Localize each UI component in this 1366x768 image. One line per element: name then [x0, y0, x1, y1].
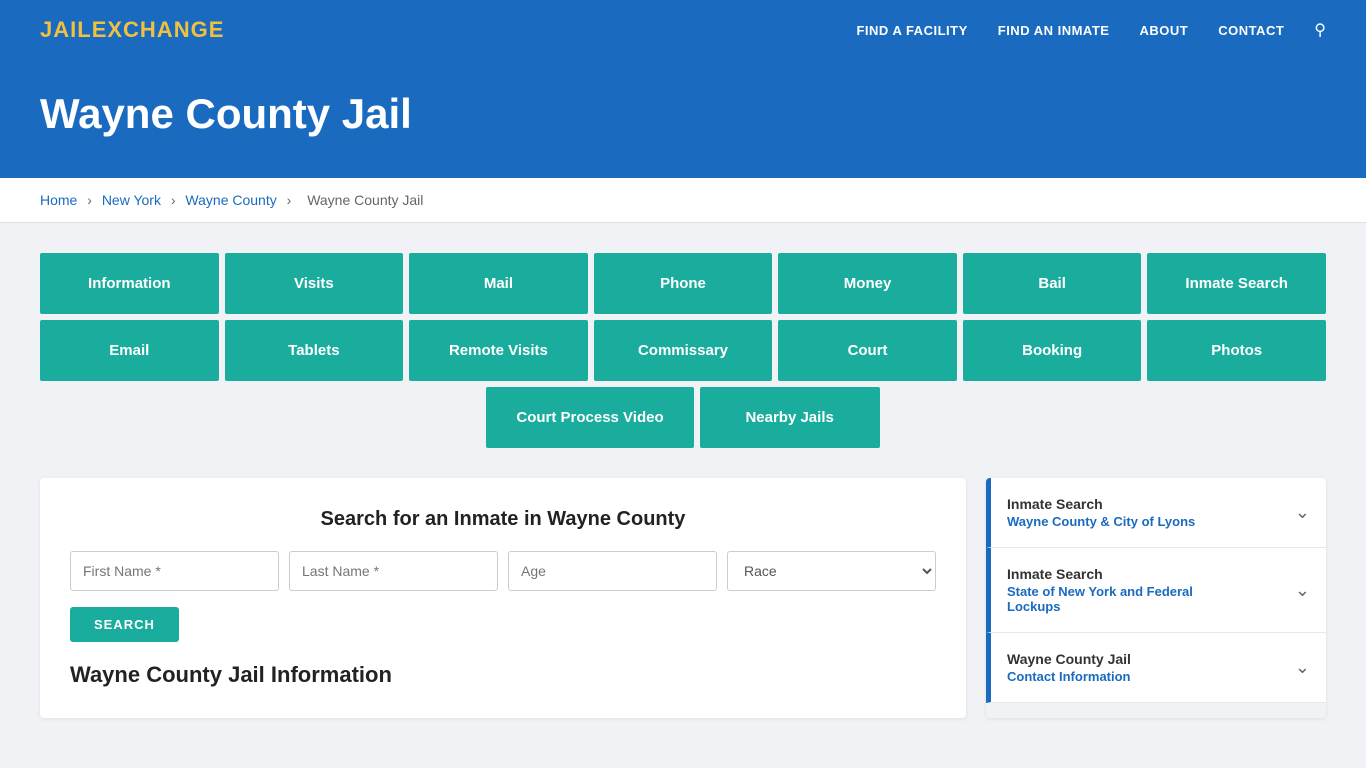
- right-item-label-2: Inmate Search: [1007, 566, 1193, 582]
- btn-information[interactable]: Information: [40, 253, 219, 314]
- btn-visits[interactable]: Visits: [225, 253, 404, 314]
- btn-court[interactable]: Court: [778, 320, 957, 381]
- button-grid-row1: Information Visits Mail Phone Money Bail…: [40, 253, 1326, 314]
- right-item-sub-2a: State of New York and Federal: [1007, 584, 1193, 599]
- search-icon[interactable]: ⚲: [1314, 20, 1326, 40]
- search-button[interactable]: SEARCH: [70, 607, 179, 642]
- btn-mail[interactable]: Mail: [409, 253, 588, 314]
- right-item-sub-1: Wayne County & City of Lyons: [1007, 514, 1195, 529]
- btn-money[interactable]: Money: [778, 253, 957, 314]
- chevron-down-icon-3: ⌄: [1295, 657, 1310, 678]
- right-item-sub-2b: Lockups: [1007, 599, 1193, 614]
- btn-nearby-jails[interactable]: Nearby Jails: [700, 387, 880, 448]
- search-title: Search for an Inmate in Wayne County: [70, 508, 936, 531]
- breadcrumb-sep2: ›: [171, 192, 176, 208]
- section-title: Wayne County Jail Information: [70, 662, 936, 688]
- right-item-contact-info[interactable]: Wayne County Jail Contact Information ⌄: [986, 633, 1326, 703]
- logo-highlight: EXCHANGE: [92, 17, 225, 42]
- nav-links: FIND A FACILITY FIND AN INMATE ABOUT CON…: [856, 20, 1326, 40]
- right-item-inmate-search-wayne[interactable]: Inmate Search Wayne County & City of Lyo…: [986, 478, 1326, 548]
- logo[interactable]: JAILEXCHANGE: [40, 17, 224, 43]
- main-wrapper: Information Visits Mail Phone Money Bail…: [0, 223, 1366, 748]
- page-title: Wayne County Jail: [40, 90, 1326, 138]
- btn-bail[interactable]: Bail: [963, 253, 1142, 314]
- race-select[interactable]: Race White Black Hispanic Asian Other: [727, 551, 936, 591]
- breadcrumb-sep3: ›: [287, 192, 292, 208]
- right-panel: Inmate Search Wayne County & City of Lyo…: [986, 478, 1326, 718]
- btn-photos[interactable]: Photos: [1147, 320, 1326, 381]
- button-grid-row2: Email Tablets Remote Visits Commissary C…: [40, 320, 1326, 381]
- breadcrumb-wayne-county[interactable]: Wayne County: [185, 192, 276, 208]
- breadcrumb-new-york[interactable]: New York: [102, 192, 161, 208]
- navbar: JAILEXCHANGE FIND A FACILITY FIND AN INM…: [0, 0, 1366, 60]
- breadcrumb-current: Wayne County Jail: [307, 192, 423, 208]
- hero-section: Wayne County Jail: [0, 60, 1366, 178]
- btn-commissary[interactable]: Commissary: [594, 320, 773, 381]
- right-item-inmate-search-ny[interactable]: Inmate Search State of New York and Fede…: [986, 548, 1326, 633]
- first-name-input[interactable]: [70, 551, 279, 591]
- btn-email[interactable]: Email: [40, 320, 219, 381]
- right-item-label-1: Inmate Search: [1007, 496, 1195, 512]
- breadcrumb: Home › New York › Wayne County › Wayne C…: [0, 178, 1366, 223]
- button-grid-row3: Court Process Video Nearby Jails: [40, 387, 1326, 448]
- btn-phone[interactable]: Phone: [594, 253, 773, 314]
- btn-court-process-video[interactable]: Court Process Video: [486, 387, 693, 448]
- chevron-down-icon-2: ⌄: [1295, 580, 1310, 601]
- nav-find-inmate[interactable]: FIND AN INMATE: [998, 23, 1110, 38]
- right-item-sub-3: Contact Information: [1007, 669, 1131, 684]
- btn-booking[interactable]: Booking: [963, 320, 1142, 381]
- breadcrumb-sep1: ›: [87, 192, 92, 208]
- nav-contact[interactable]: CONTACT: [1218, 23, 1284, 38]
- search-form: Race White Black Hispanic Asian Other: [70, 551, 936, 591]
- nav-find-facility[interactable]: FIND A FACILITY: [856, 23, 967, 38]
- left-panel: Search for an Inmate in Wayne County Rac…: [40, 478, 966, 718]
- right-item-label-3: Wayne County Jail: [1007, 651, 1131, 667]
- nav-about[interactable]: ABOUT: [1139, 23, 1188, 38]
- btn-tablets[interactable]: Tablets: [225, 320, 404, 381]
- content-area: Search for an Inmate in Wayne County Rac…: [40, 478, 1326, 718]
- logo-part1: JAIL: [40, 17, 92, 42]
- age-input[interactable]: [508, 551, 717, 591]
- btn-remote-visits[interactable]: Remote Visits: [409, 320, 588, 381]
- last-name-input[interactable]: [289, 551, 498, 591]
- chevron-down-icon-1: ⌄: [1295, 502, 1310, 523]
- breadcrumb-home[interactable]: Home: [40, 192, 77, 208]
- btn-inmate-search[interactable]: Inmate Search: [1147, 253, 1326, 314]
